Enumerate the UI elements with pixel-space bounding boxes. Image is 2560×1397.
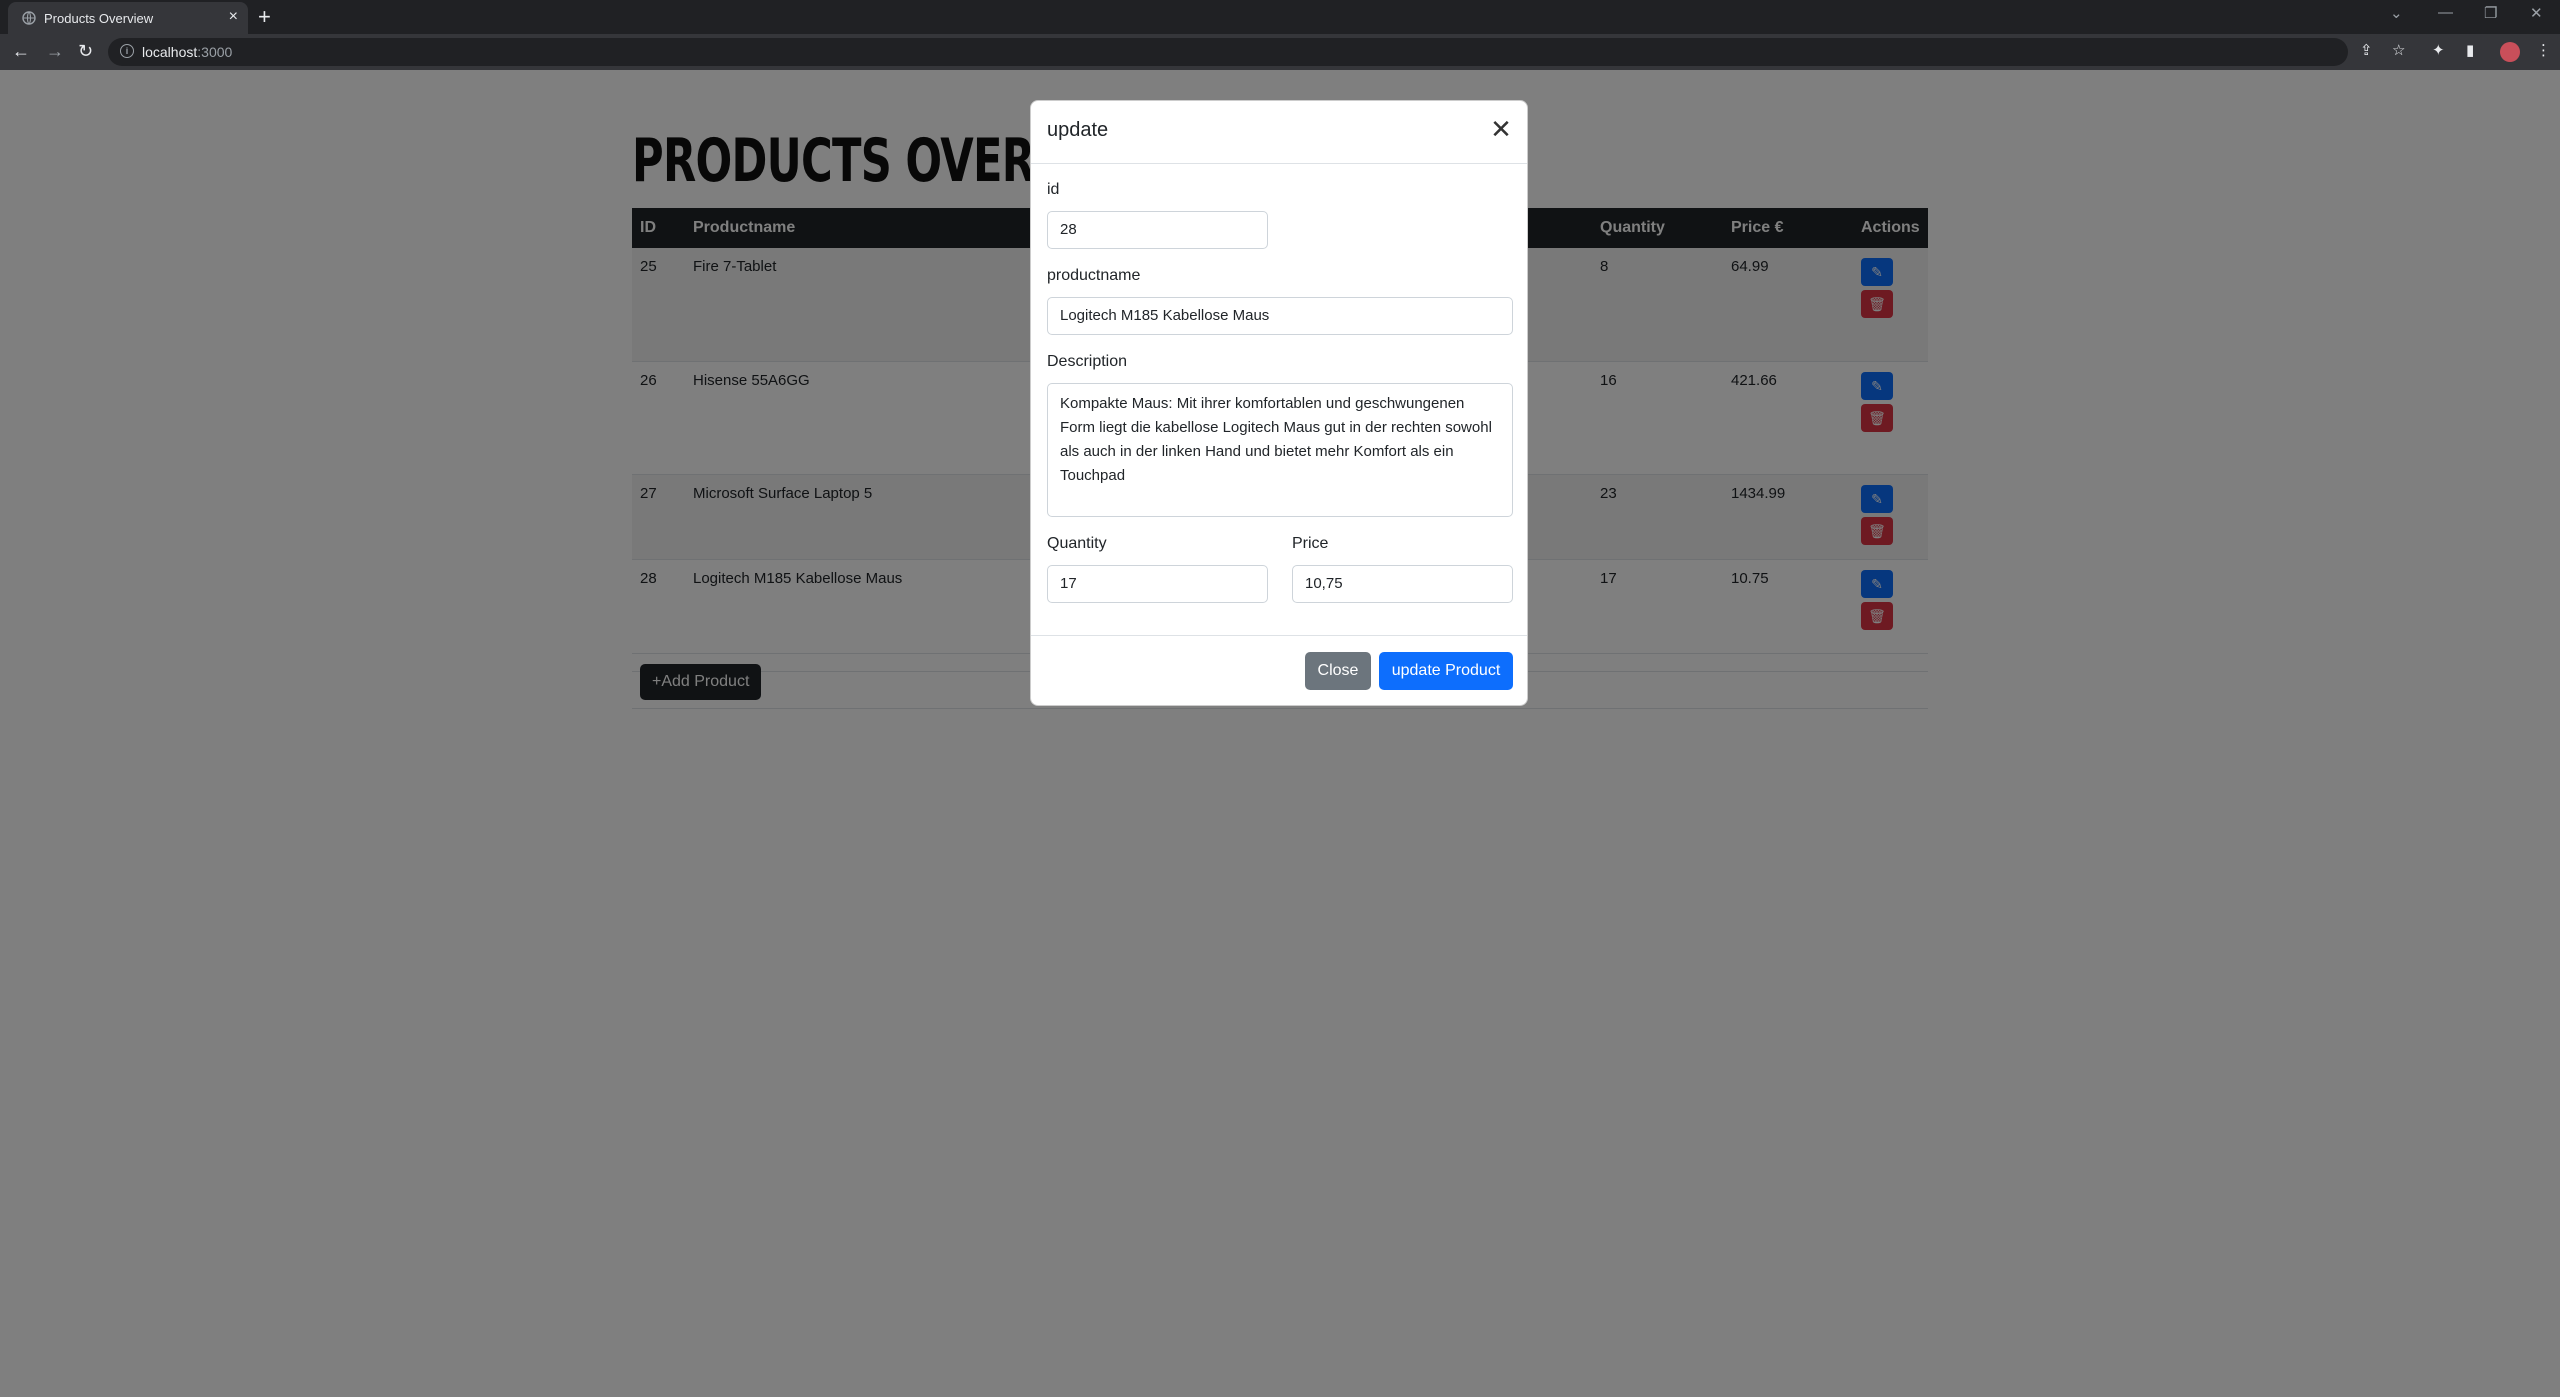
globe-icon xyxy=(22,11,36,25)
price-field[interactable]: 10,75 xyxy=(1292,565,1513,603)
address-bar[interactable]: i localhost:3000 xyxy=(108,38,2348,66)
forward-icon[interactable]: → xyxy=(46,41,64,61)
menu-kebab-icon[interactable]: ⋮ xyxy=(2536,42,2551,60)
close-icon[interactable]: ✕ xyxy=(1489,116,1513,142)
close-window-icon[interactable]: ✕ xyxy=(2530,4,2543,22)
quantity-label: Quantity xyxy=(1047,535,1107,552)
reload-icon[interactable]: ↻ xyxy=(78,41,93,61)
profile-avatar[interactable] xyxy=(2500,42,2520,62)
id-label: id xyxy=(1047,181,1060,198)
site-info-icon[interactable]: i xyxy=(120,44,134,58)
tab-title: Products Overview xyxy=(44,11,154,26)
price-label: Price xyxy=(1292,535,1329,552)
url-host: localhost xyxy=(142,44,198,60)
bookmark-star-icon[interactable]: ☆ xyxy=(2392,42,2405,60)
update-product-button[interactable]: update Product xyxy=(1379,652,1513,690)
tab-search-icon[interactable]: ⌄ xyxy=(2390,4,2403,22)
description-textarea[interactable]: Kompakte Maus: Mit ihrer komfortablen un… xyxy=(1047,383,1513,517)
modal-footer: Close update Product xyxy=(1031,635,1527,706)
extensions-icon[interactable]: ✦ xyxy=(2432,42,2445,60)
modal-header: update ✕ xyxy=(1031,101,1527,164)
id-field[interactable]: 28 xyxy=(1047,211,1268,249)
modal-title: update xyxy=(1047,119,1109,141)
productname-label: productname xyxy=(1047,267,1141,284)
browser-tab[interactable]: Products Overview × xyxy=(8,2,248,34)
restore-icon[interactable]: ❐ xyxy=(2484,4,2497,22)
back-icon[interactable]: ← xyxy=(12,41,30,61)
url-port: :3000 xyxy=(197,44,233,60)
tab-close-icon[interactable]: × xyxy=(229,9,238,25)
description-label: Description xyxy=(1047,353,1128,370)
update-modal: update ✕ id 28 productname Logitech M185… xyxy=(1030,100,1528,706)
share-icon[interactable]: ⇪ xyxy=(2360,42,2373,60)
quantity-field[interactable]: 17 xyxy=(1047,565,1268,603)
browser-toolbar: ← → ↻ i localhost:3000 ⇪ ☆ ✦ ▮ ⋮ xyxy=(0,34,2560,70)
url-text: localhost:3000 xyxy=(142,44,232,60)
side-panel-icon[interactable]: ▮ xyxy=(2466,42,2474,60)
minimize-icon[interactable]: — xyxy=(2438,4,2453,21)
browser-tab-bar: Products Overview × + ⌄ — ❐ ✕ xyxy=(0,0,2560,34)
new-tab-icon[interactable]: + xyxy=(258,6,271,28)
productname-field[interactable]: Logitech M185 Kabellose Maus xyxy=(1047,297,1513,335)
close-button[interactable]: Close xyxy=(1305,652,1371,690)
